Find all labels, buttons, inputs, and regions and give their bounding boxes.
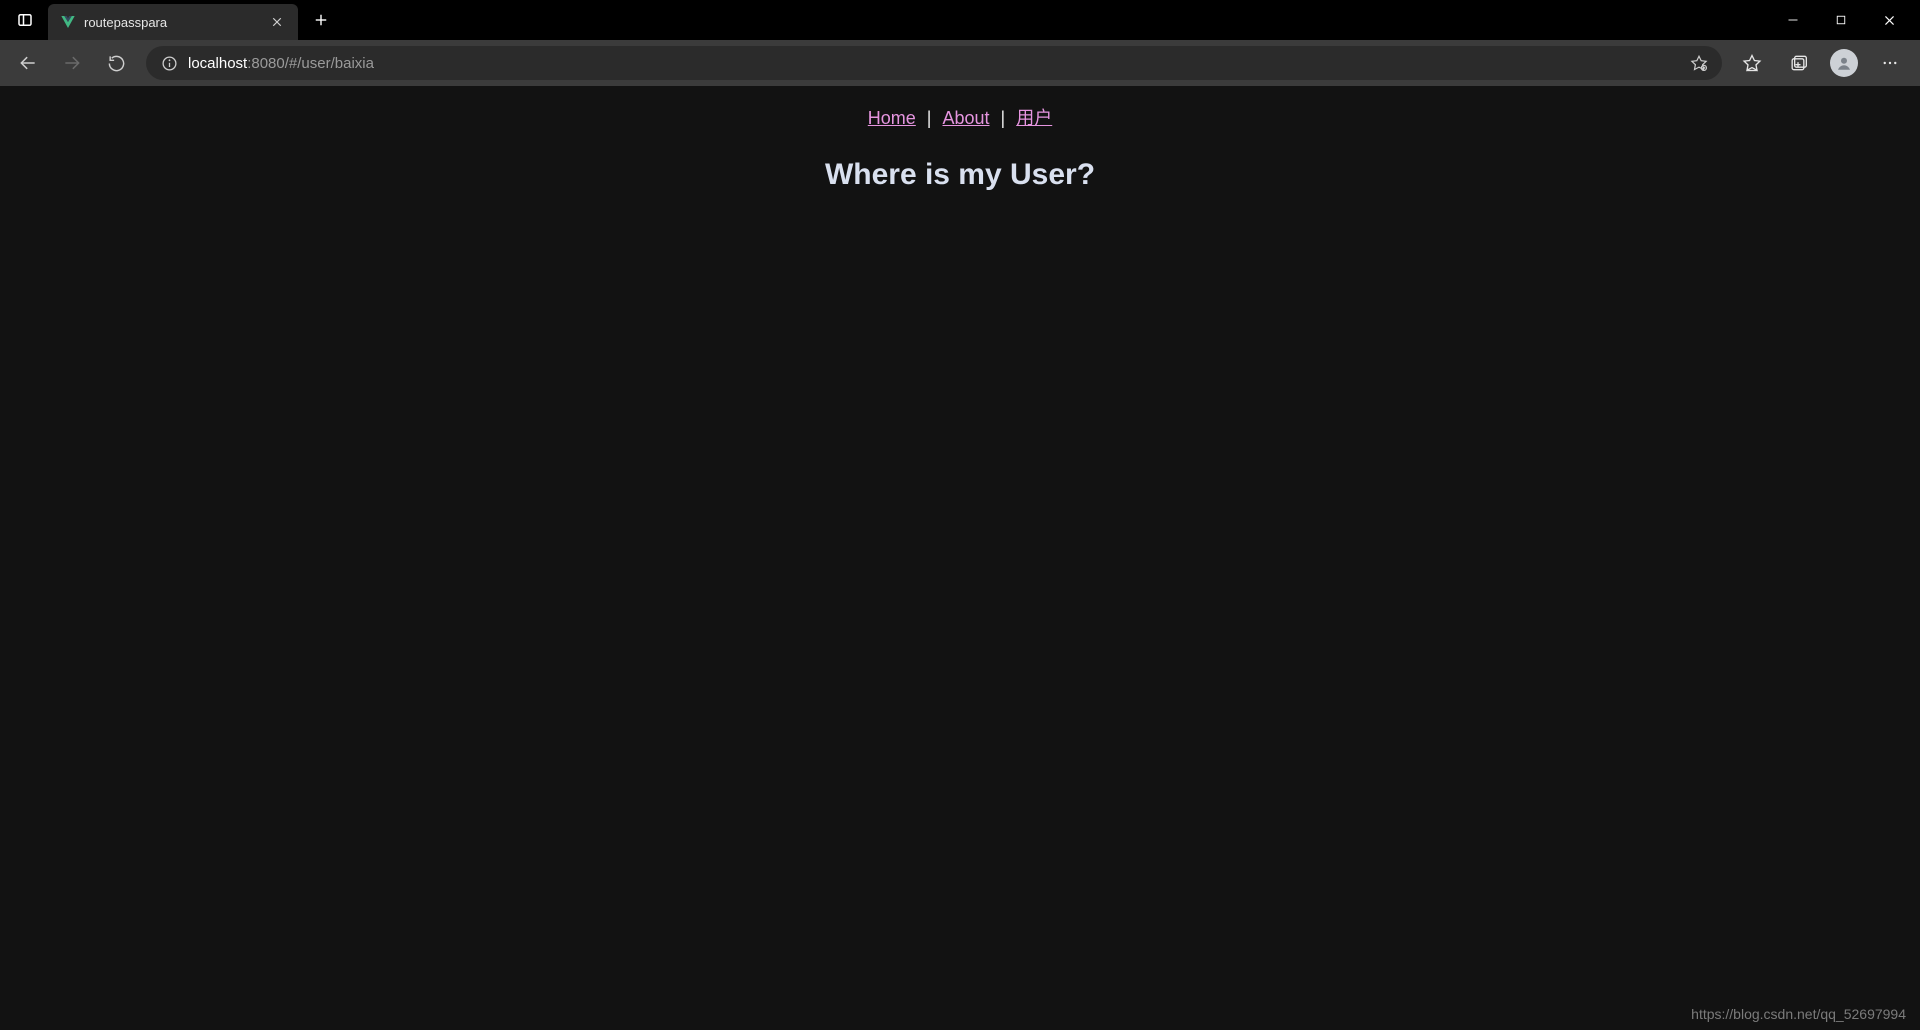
page-content: Home | About | 用户 Where is my User? [0, 86, 1920, 1030]
avatar-icon [1830, 49, 1858, 77]
back-button[interactable] [8, 45, 48, 81]
close-tab-button[interactable] [268, 13, 286, 31]
url-text[interactable]: localhost:8080/#/user/baixia [188, 55, 1680, 72]
close-window-button[interactable] [1866, 4, 1912, 36]
favorite-star-icon[interactable] [1690, 54, 1708, 72]
about-link[interactable]: About [942, 108, 989, 128]
address-bar[interactable]: localhost:8080/#/user/baixia [146, 46, 1722, 80]
toolbar-right-icons [1732, 45, 1912, 81]
browser-toolbar: localhost:8080/#/user/baixia [0, 40, 1920, 86]
page-nav-links: Home | About | 用户 [0, 104, 1920, 130]
site-info-icon[interactable] [160, 54, 178, 72]
refresh-button[interactable] [96, 45, 136, 81]
user-link[interactable]: 用户 [1016, 108, 1052, 128]
browser-tab[interactable]: routepasspara [48, 4, 298, 40]
collections-icon[interactable] [1778, 45, 1818, 81]
nav-separator: | [922, 108, 937, 128]
window-controls [1770, 4, 1912, 36]
profile-avatar[interactable] [1824, 45, 1864, 81]
nav-separator: | [996, 108, 1011, 128]
new-tab-button[interactable] [306, 5, 336, 35]
tab-actions-button[interactable] [8, 3, 42, 37]
favorites-icon[interactable] [1732, 45, 1772, 81]
url-host: localhost [188, 55, 247, 72]
tab-title: routepasspara [84, 15, 260, 30]
home-link[interactable]: Home [868, 108, 916, 128]
forward-button[interactable] [52, 45, 92, 81]
watermark-text: https://blog.csdn.net/qq_52697994 [1691, 1006, 1906, 1022]
page-headline: Where is my User? [0, 158, 1920, 192]
maximize-button[interactable] [1818, 4, 1864, 36]
titlebar: routepasspara [0, 0, 1920, 40]
url-path: :8080/#/user/baixia [247, 55, 374, 72]
minimize-button[interactable] [1770, 4, 1816, 36]
more-menu-button[interactable] [1870, 45, 1910, 81]
vue-favicon [60, 14, 76, 30]
